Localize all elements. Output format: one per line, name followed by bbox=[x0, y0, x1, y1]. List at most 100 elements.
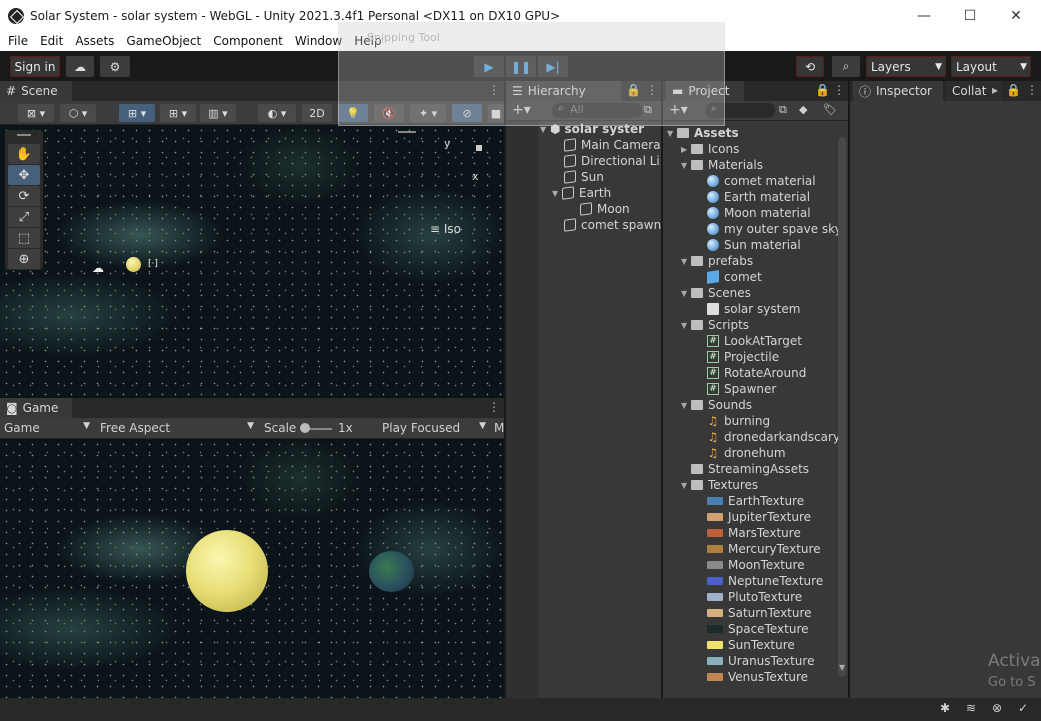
asset-item[interactable]: # Projectile bbox=[707, 349, 779, 365]
expand-arrow-icon[interactable]: ▼ bbox=[667, 129, 677, 138]
display-dropdown[interactable]: Game ▼ bbox=[4, 421, 90, 435]
more-icon[interactable]: ⋮ bbox=[1026, 83, 1038, 97]
layout-dropdown[interactable]: Layout ▼ bbox=[951, 56, 1031, 77]
layers-stack-icon[interactable]: ≋ bbox=[966, 701, 976, 715]
hierarchy-item-main-camera[interactable]: Main Camera bbox=[564, 137, 661, 153]
menu-gameobject[interactable]: GameObject bbox=[120, 34, 207, 48]
gizmo-cube-button[interactable]: ⬡ ▾ bbox=[60, 104, 96, 122]
game-view[interactable] bbox=[0, 439, 504, 698]
bug-icon[interactable]: ✱ bbox=[940, 701, 950, 715]
texture-item[interactable]: VenusTexture bbox=[707, 669, 808, 685]
tab-game[interactable]: ◙ Game bbox=[0, 398, 72, 418]
expand-arrow-icon[interactable]: ▼ bbox=[681, 289, 691, 298]
grid-snap-button[interactable]: ⊞ ▾ bbox=[160, 104, 196, 122]
pivot-button[interactable]: ⊞ ▾ bbox=[119, 104, 155, 122]
hand-tool-icon[interactable]: ✋ bbox=[8, 144, 40, 164]
folder-materials[interactable]: ▼ Materials bbox=[681, 157, 763, 173]
tab-scene[interactable]: # Scene bbox=[0, 81, 72, 101]
snap-increment-button[interactable]: ▥ ▾ bbox=[200, 104, 236, 122]
hierarchy-item-directional-light[interactable]: Directional Li bbox=[564, 153, 660, 169]
camera-gizmo-icon[interactable]: ☁ bbox=[92, 261, 104, 275]
history-icon[interactable]: ⟲ bbox=[796, 56, 824, 77]
move-tool-icon[interactable]: ✥ bbox=[8, 165, 40, 185]
asset-item[interactable]: Moon material bbox=[707, 205, 811, 221]
expand-arrow-icon[interactable]: ▼ bbox=[681, 321, 691, 330]
palette-handle[interactable] bbox=[17, 134, 31, 136]
filter-type-icon[interactable]: ⧉ bbox=[779, 103, 787, 117]
folder-streaming-assets[interactable]: StreamingAssets bbox=[691, 461, 809, 477]
folder-assets[interactable]: ▼ Assets bbox=[667, 125, 739, 141]
texture-item[interactable]: MoonTexture bbox=[707, 557, 805, 573]
asset-item[interactable]: # LookAtTarget bbox=[707, 333, 802, 349]
close-button[interactable]: ✕ bbox=[993, 0, 1039, 31]
texture-item[interactable]: SpaceTexture bbox=[707, 621, 809, 637]
tag-icon[interactable]: 🏷 bbox=[823, 103, 837, 116]
texture-item[interactable]: MercuryTexture bbox=[707, 541, 821, 557]
expand-arrow-icon[interactable]: ▼ bbox=[552, 189, 562, 198]
asset-item[interactable]: # RotateAround bbox=[707, 365, 806, 381]
menu-edit[interactable]: Edit bbox=[34, 34, 69, 48]
light-gizmo-icon[interactable]: [·] bbox=[148, 259, 158, 269]
more-icon[interactable]: ⋮ bbox=[488, 400, 500, 414]
shading-button[interactable]: ◐ ▾ bbox=[258, 104, 296, 122]
hierarchy-item-earth[interactable]: ▼ Earth bbox=[552, 185, 611, 201]
asset-item[interactable]: ♫ dronedarkandscary bbox=[707, 429, 838, 445]
asset-item[interactable]: comet bbox=[707, 269, 762, 285]
rect-tool-icon[interactable]: ⬚ bbox=[8, 228, 40, 248]
texture-item[interactable]: MarsTexture bbox=[707, 525, 801, 541]
overlay-handle[interactable] bbox=[398, 131, 416, 133]
more-icon[interactable]: ⋮ bbox=[833, 83, 845, 97]
tab-inspector[interactable]: ⓘ Inspector bbox=[853, 81, 943, 101]
minimize-button[interactable]: — bbox=[901, 0, 947, 31]
cloud-icon[interactable]: ☁ bbox=[66, 56, 94, 77]
asset-item[interactable]: comet material bbox=[707, 173, 816, 189]
network-icon[interactable]: ⊗ bbox=[992, 701, 1002, 715]
hierarchy-item-sun[interactable]: Sun bbox=[564, 169, 604, 185]
expand-arrow-icon[interactable]: ▶ bbox=[681, 145, 691, 154]
menu-component[interactable]: Component bbox=[207, 34, 289, 48]
aspect-dropdown[interactable]: Free Aspect ▼ bbox=[100, 421, 254, 435]
expand-arrow-icon[interactable]: ▼ bbox=[681, 481, 691, 490]
expand-arrow-icon[interactable]: ▼ bbox=[681, 257, 691, 266]
tab-overflow-icon[interactable]: ▸ bbox=[992, 83, 998, 97]
snipping-tool-overlay[interactable]: Snipping Tool bbox=[338, 22, 725, 126]
texture-item[interactable]: NeptuneTexture bbox=[707, 573, 823, 589]
menu-assets[interactable]: Assets bbox=[69, 34, 120, 48]
lock-icon[interactable]: 🔒 bbox=[1006, 83, 1021, 97]
asset-item[interactable]: my outer spave sky bbox=[707, 221, 838, 237]
play-mode-dropdown[interactable]: Play Focused ▼ bbox=[382, 421, 486, 435]
layers-dropdown[interactable]: Layers ▼ bbox=[866, 56, 946, 77]
rotate-tool-icon[interactable]: ⟳ bbox=[8, 186, 40, 206]
sun-object[interactable] bbox=[126, 257, 141, 272]
asset-item[interactable]: solar system bbox=[707, 301, 800, 317]
scene-view[interactable]: ☁ [·] y x ≡ Iso bbox=[0, 125, 504, 398]
scroll-down-icon[interactable]: ▼ bbox=[839, 663, 845, 672]
expand-arrow-icon[interactable]: ▼ bbox=[681, 401, 691, 410]
collab-icon[interactable]: ⚙ bbox=[100, 56, 130, 77]
sign-in-button[interactable]: Sign in bbox=[10, 56, 60, 77]
folder-prefabs[interactable]: ▼ prefabs bbox=[681, 253, 753, 269]
folder-sounds[interactable]: ▼ Sounds bbox=[681, 397, 752, 413]
check-icon[interactable]: ✓ bbox=[1018, 701, 1028, 715]
expand-arrow-icon[interactable]: ▼ bbox=[681, 161, 691, 170]
texture-item[interactable]: SaturnTexture bbox=[707, 605, 812, 621]
folder-icons[interactable]: ▶ Icons bbox=[681, 141, 739, 157]
texture-item[interactable]: UranusTexture bbox=[707, 653, 814, 669]
project-scrollbar[interactable] bbox=[838, 137, 846, 677]
maximize-on-play-label[interactable]: M bbox=[494, 421, 504, 435]
iso-label[interactable]: ≡ Iso bbox=[430, 222, 461, 236]
hierarchy-item-comet-spawn[interactable]: comet spawn bbox=[564, 217, 661, 233]
scale-tool-icon[interactable]: ⤢ bbox=[8, 207, 40, 227]
scale-slider-thumb[interactable] bbox=[300, 423, 310, 433]
asset-item[interactable]: # Spawner bbox=[707, 381, 776, 397]
filter-label-icon[interactable]: ◆ bbox=[799, 103, 807, 116]
texture-item[interactable]: JupiterTexture bbox=[707, 509, 811, 525]
search-icon[interactable]: ⌕ bbox=[832, 56, 860, 77]
hierarchy-item-moon[interactable]: Moon bbox=[580, 201, 630, 217]
asset-item[interactable]: Sun material bbox=[707, 237, 801, 253]
menu-file[interactable]: File bbox=[2, 34, 34, 48]
texture-item[interactable]: EarthTexture bbox=[707, 493, 804, 509]
transform-tool-icon[interactable]: ⊕ bbox=[8, 249, 40, 269]
texture-item[interactable]: PlutoTexture bbox=[707, 589, 802, 605]
asset-item[interactable]: Earth material bbox=[707, 189, 810, 205]
